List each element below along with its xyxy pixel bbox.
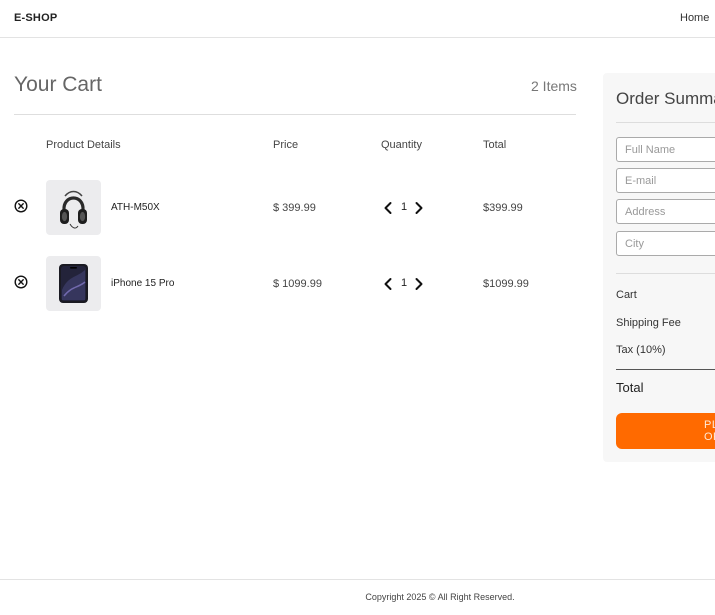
place-order-button[interactable]: PLACE ORDER (616, 413, 715, 449)
cart-title: Your Cart (14, 73, 102, 96)
product-total: $1099.99 (483, 278, 529, 290)
product-price: $ 399.99 (273, 202, 316, 214)
top-navbar: E-SHOP Home (0, 0, 715, 38)
summary-tax-label: Tax (10%) (616, 344, 666, 356)
summary-total-divider (616, 369, 715, 370)
cart-row: ATH-M50X $ 399.99 1 $399.99 (0, 180, 590, 236)
footer: Copyright 2025 © All Right Reserved. (0, 579, 715, 615)
summary-divider (616, 273, 715, 274)
increase-quantity-icon[interactable] (414, 201, 424, 215)
nav-link-home[interactable]: Home (680, 12, 709, 24)
remove-item-icon[interactable] (14, 275, 28, 289)
remove-item-icon[interactable] (14, 199, 28, 213)
order-summary-title: Order Summary (616, 89, 715, 108)
quantity-stepper: 1 (383, 276, 425, 292)
increase-quantity-icon[interactable] (414, 277, 424, 291)
headphones-image (60, 190, 87, 229)
cart-row: iPhone 15 Pro $ 1099.99 1 $1099.99 (0, 256, 590, 312)
column-header-total: Total (483, 139, 507, 151)
column-header-product: Product Details (46, 139, 121, 151)
summary-divider (616, 122, 715, 123)
column-header-quantity: Quantity (381, 139, 422, 151)
full-name-input[interactable] (616, 137, 715, 162)
column-header-price: Price (273, 139, 299, 151)
product-name[interactable]: ATH-M50X (111, 202, 160, 213)
product-total: $399.99 (483, 202, 523, 214)
summary-shipping-label: Shipping Fee (616, 317, 681, 329)
cart-item-count: 2 Items (531, 78, 577, 94)
phone-image (59, 264, 88, 303)
decrease-quantity-icon[interactable] (383, 201, 393, 215)
product-thumbnail[interactable] (46, 256, 101, 311)
address-input[interactable] (616, 199, 715, 224)
quantity-value: 1 (400, 277, 408, 289)
product-thumbnail[interactable] (46, 180, 101, 235)
city-input[interactable] (616, 231, 715, 256)
email-input[interactable] (616, 168, 715, 193)
quantity-stepper: 1 (383, 200, 425, 216)
product-price: $ 1099.99 (273, 278, 322, 290)
summary-total-label: Total (616, 380, 644, 395)
order-summary-panel: Order Summary Cart Shipping Fee Tax (10%… (603, 73, 715, 462)
quantity-value: 1 (400, 201, 408, 213)
cart-divider (14, 114, 576, 115)
summary-cart-label: Cart (616, 289, 637, 301)
brand-logo[interactable]: E-SHOP (14, 12, 57, 24)
decrease-quantity-icon[interactable] (383, 277, 393, 291)
product-name[interactable]: iPhone 15 Pro (111, 278, 174, 289)
copyright-text: Copyright 2025 © All Right Reserved. (365, 592, 515, 602)
